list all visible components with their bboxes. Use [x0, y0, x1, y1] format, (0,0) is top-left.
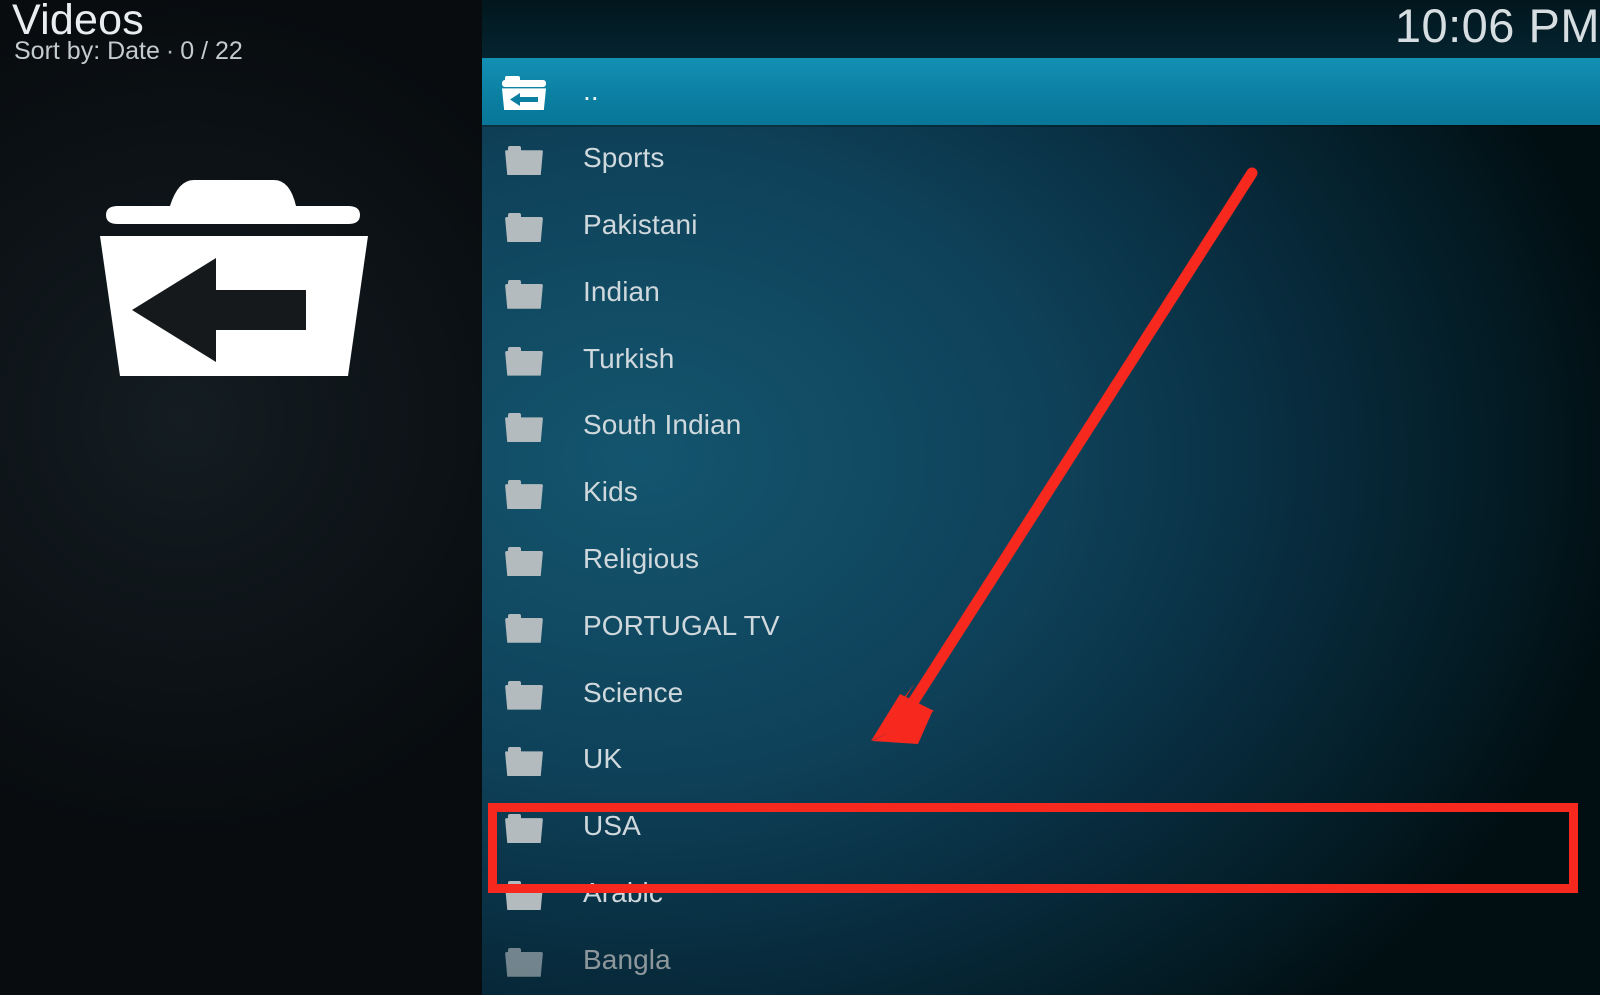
list-item[interactable]: PORTUGAL TV — [482, 592, 1600, 659]
list-item-label: Science — [583, 676, 684, 708]
folder-icon — [501, 739, 547, 779]
list-item-label: PORTUGAL TV — [583, 609, 780, 641]
folder-icon — [501, 606, 547, 646]
list-item-label: USA — [583, 810, 641, 842]
folder-icon — [501, 339, 547, 379]
clock-label: 10:06 PM — [1394, 0, 1600, 52]
folder-icon — [501, 806, 547, 846]
folder-icon — [501, 138, 547, 178]
top-status-bar: 10:06 PM — [482, 0, 1600, 58]
list-item[interactable]: Kids — [482, 459, 1600, 526]
list-item[interactable]: Science — [482, 659, 1600, 726]
list-item-usa[interactable]: USA — [482, 793, 1600, 860]
folder-icon — [501, 272, 547, 312]
folder-icon — [501, 673, 547, 713]
folder-icon — [501, 940, 547, 980]
list-item[interactable]: Pakistani — [482, 192, 1600, 259]
list-item[interactable]: .. — [482, 58, 1600, 125]
list-item-label: Religious — [583, 542, 700, 574]
list-item-label: Sports — [583, 142, 665, 174]
item-counter: 0 / 22 — [180, 37, 243, 65]
list-item[interactable]: Bangla — [482, 926, 1600, 993]
list-item[interactable]: Turkish — [482, 325, 1600, 392]
folder-icon — [501, 539, 547, 579]
kodi-videos-screen: Videos Sort by: Date · 0 / 22 10:06 PM .… — [0, 0, 1600, 995]
list-item-label: Kids — [583, 476, 638, 508]
folder-icon — [501, 873, 547, 913]
list-item-label: Pakistani — [583, 208, 698, 240]
parent-folder-back-icon — [501, 71, 547, 111]
sort-label[interactable]: Sort by: Date — [14, 37, 160, 65]
list-item[interactable]: Arabic — [482, 860, 1600, 927]
folder-icon — [501, 472, 547, 512]
file-browser-panel: 10:06 PM .. Sports Pakistani Indian Turk… — [482, 0, 1600, 995]
parent-folder-back-icon — [98, 172, 370, 382]
list-item-label: South Indian — [583, 409, 742, 441]
folder-icon — [501, 405, 547, 445]
list-item-label: Arabic — [583, 876, 663, 908]
file-list[interactable]: .. Sports Pakistani Indian Turkish South… — [482, 58, 1600, 993]
list-item-label: Indian — [583, 275, 660, 307]
list-item-label: .. — [583, 75, 599, 107]
sort-and-count-line: Sort by: Date · 0 / 22 — [14, 36, 243, 66]
list-item-label: Bangla — [583, 943, 671, 975]
list-item-label: UK — [583, 743, 623, 775]
list-item-label: Turkish — [583, 342, 675, 374]
list-item[interactable]: UK — [482, 726, 1600, 793]
list-item[interactable]: Religious — [482, 526, 1600, 593]
list-item[interactable]: Indian — [482, 258, 1600, 325]
folder-icon — [501, 205, 547, 245]
separator-dot: · — [165, 37, 175, 65]
left-info-panel: Videos Sort by: Date · 0 / 22 — [0, 0, 482, 995]
list-item[interactable]: Sports — [482, 125, 1600, 192]
list-item[interactable]: South Indian — [482, 392, 1600, 459]
